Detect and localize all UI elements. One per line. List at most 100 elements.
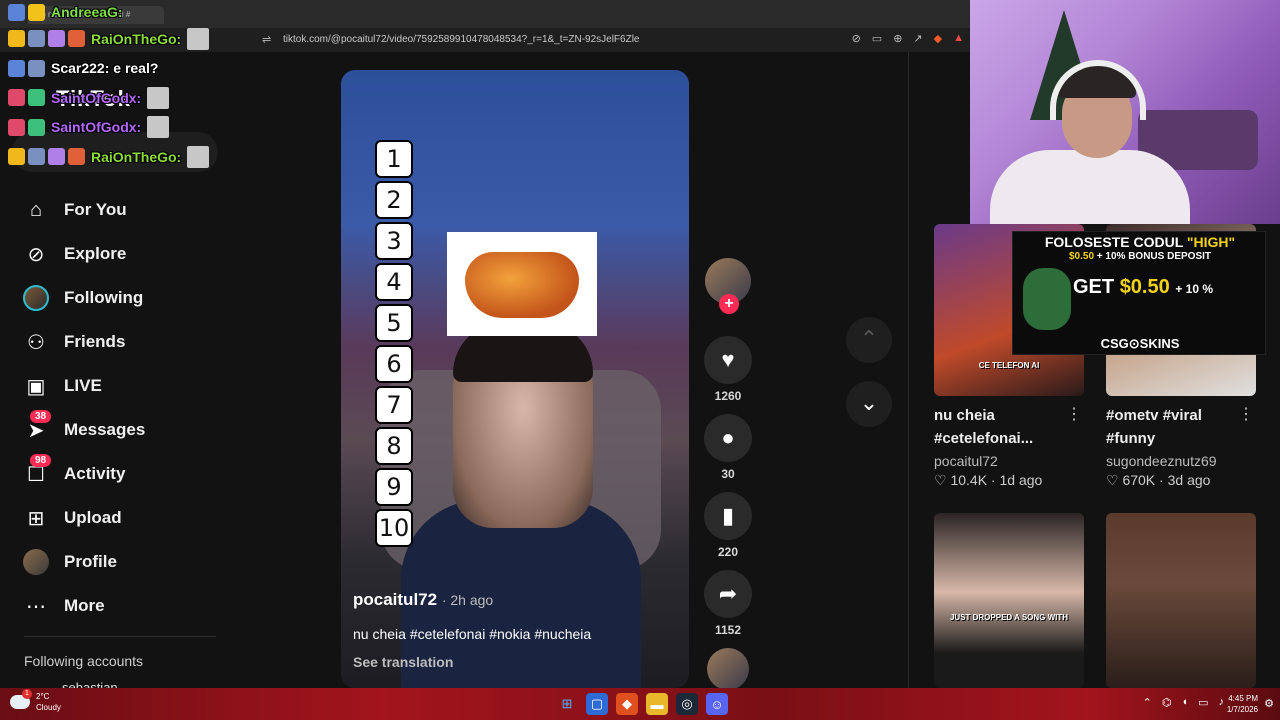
sponsor-headline-prefix: FOLOSESTE CODUL [1044,234,1184,250]
sidebar-item-profile[interactable]: Profile [22,540,222,584]
weather-condition: Cloudy [36,703,61,712]
thumbnail-caption: JUST DROPPED A SONG WITH [949,613,1069,622]
creator-avatar[interactable]: + [705,258,751,314]
rank-number: 5 [375,304,413,342]
chat-badge-icon [28,59,45,77]
save-button[interactable]: ▮ [704,492,752,540]
weather-widget[interactable]: 1 2°C Cloudy [10,689,61,713]
chat-badge-icon [28,148,45,166]
chat-badge-icon [48,148,65,166]
card-title[interactable]: #ometv #viral #funny [1106,404,1256,450]
chat-username: AndreeaG: [51,4,123,20]
windows-start-icon[interactable]: ⊞ [556,693,578,715]
notification-icon[interactable]: ⚙ [1264,697,1274,710]
chat-emote-icon [187,27,210,50]
speaker-icon[interactable]: ♪ [1219,696,1225,709]
like-button[interactable]: ♥ [704,336,752,384]
sidebar-item-for-you[interactable]: ⌂ For You [22,188,222,232]
messages-badge: 38 [30,410,52,423]
sidebar-item-following[interactable]: Following [22,276,222,320]
brave-browser-icon[interactable]: ◆ [616,693,638,715]
sidebar-item-label: Activity [64,464,126,483]
alert-icon[interactable]: ▲ [953,32,964,45]
share-button[interactable]: ➦ [704,570,752,618]
card-menu-icon[interactable]: ⋮ [1066,404,1082,424]
sidebar-item-upload[interactable]: ⊞ Upload [22,496,222,540]
card-author[interactable]: pocaitul72 [934,453,1084,469]
video-navigation: ⌃ ⌄ [846,317,892,445]
url-text[interactable]: tiktok.com/@pocaitul72/video/75925899104… [283,34,640,45]
video-thumbnail[interactable]: JUST DROPPED A SONG WITH [934,513,1084,688]
steam-icon[interactable]: ◎ [676,693,698,715]
heart-icon: ♥ [721,347,735,372]
video-description[interactable]: nu cheia #cetelefonai #nokia #nucheia [353,626,591,642]
sponsor-get-amount: $0.50 [1119,276,1170,298]
volume-icon[interactable]: ◖ [1181,696,1188,709]
upload-icon: ⊞ [27,507,45,530]
like-count: 1260 [714,389,742,403]
chat-username: RaiOnTheGo: [91,148,182,165]
card-title-line: #cetelefonai... [934,430,1034,447]
sidebar-item-explore[interactable]: ⊘ Explore [22,232,222,276]
sidebar-item-more[interactable]: ⋯ More [22,584,222,628]
card-title[interactable]: nu cheia #cetelefonai... [934,404,1084,450]
sponsor-banner: FOLOSESTE CODUL "HIGH" $0.50 + 10% BONUS… [1012,231,1266,355]
video-thumbnail[interactable] [1106,513,1256,688]
see-translation-link[interactable]: See translation [353,654,453,670]
comment-button[interactable]: ● [704,414,752,462]
sponsor-brand: CSG⊙SKINS [1100,336,1180,351]
zoom-icon[interactable]: ⊕ [893,32,902,45]
video-author-name[interactable]: pocaitul72 [353,590,437,609]
sidebar-item-label: Messages [64,420,146,439]
sidebar-item-label: Explore [64,244,127,263]
discord-icon[interactable]: ☺ [706,693,728,715]
sidebar-item-label: Profile [64,552,117,571]
follow-plus-icon[interactable]: + [719,294,739,314]
shield-icon[interactable]: ◆ [934,32,942,45]
chat-emote-icon [147,116,170,139]
heart-outline-icon: ♡ [934,472,947,488]
sidebar-item-label: Following [64,288,144,307]
chat-emote-icon [147,86,170,109]
reader-off-icon[interactable]: ⊘ [852,32,861,45]
network-icon[interactable]: ⌬ [1162,696,1172,709]
sponsor-subline: $0.50 + 10% BONUS DEPOSIT [1013,251,1267,262]
sidebar-item-messages[interactable]: ➤ 38 Messages [22,408,222,452]
card-age: 3d ago [1167,472,1211,488]
card-menu-icon[interactable]: ⋮ [1238,404,1254,424]
task-view-icon[interactable]: ▢ [586,693,608,715]
chat-line: RaiOnTheGo: [8,142,244,172]
following-avatar [23,285,49,311]
caramel-image [447,232,597,336]
weather-badge: 1 [22,689,32,699]
chat-message: Scar222: e real? [51,60,159,77]
profile-avatar [23,549,49,575]
next-video-button[interactable]: ⌄ [846,381,892,427]
heart-outline-icon: ♡ [1106,472,1119,488]
sidebar-item-label: For You [64,200,127,219]
site-settings-icon[interactable]: ⇌ [262,33,271,46]
card-author[interactable]: sugondeeznutz69 [1106,453,1256,469]
tray-overflow-icon[interactable]: ⌃ [1143,696,1152,709]
sponsor-sub-amount: $0.50 [1068,251,1095,262]
activity-badge: 98 [30,454,52,467]
sound-avatar[interactable] [707,648,749,690]
file-explorer-icon[interactable]: ▬ [646,693,668,715]
video-author[interactable]: pocaitul72 · 2h ago [353,590,493,610]
crown-badge-icon [8,30,25,48]
sponsor-get: GET [1073,276,1115,298]
chat-line: SaintOfGodx: [8,113,244,143]
sidebar-item-friends[interactable]: ⚇ Friends [22,320,222,364]
rank-number: 4 [375,263,413,301]
video-player[interactable]: 1 2 3 4 5 6 7 8 9 10 pocaitul72 · 2h ago… [341,70,689,688]
screen-icon[interactable]: ▭ [872,32,882,45]
share-icon[interactable]: ↗ [913,32,922,45]
previous-video-button[interactable]: ⌃ [846,317,892,363]
sidebar-item-activity[interactable]: ☐ 98 Activity [22,452,222,496]
sponsor-sub-rest: + 10% BONUS DEPOSIT [1096,251,1211,262]
taskbar-clock[interactable]: 4:45 PM 1/7/2026 [1227,693,1258,715]
related-video-card[interactable]: JUST DROPPED A SONG WITH [934,513,1084,688]
sidebar-item-live[interactable]: ▣ LIVE [22,364,222,408]
related-video-card[interactable] [1106,513,1256,688]
display-icon[interactable]: ▭ [1198,696,1208,709]
